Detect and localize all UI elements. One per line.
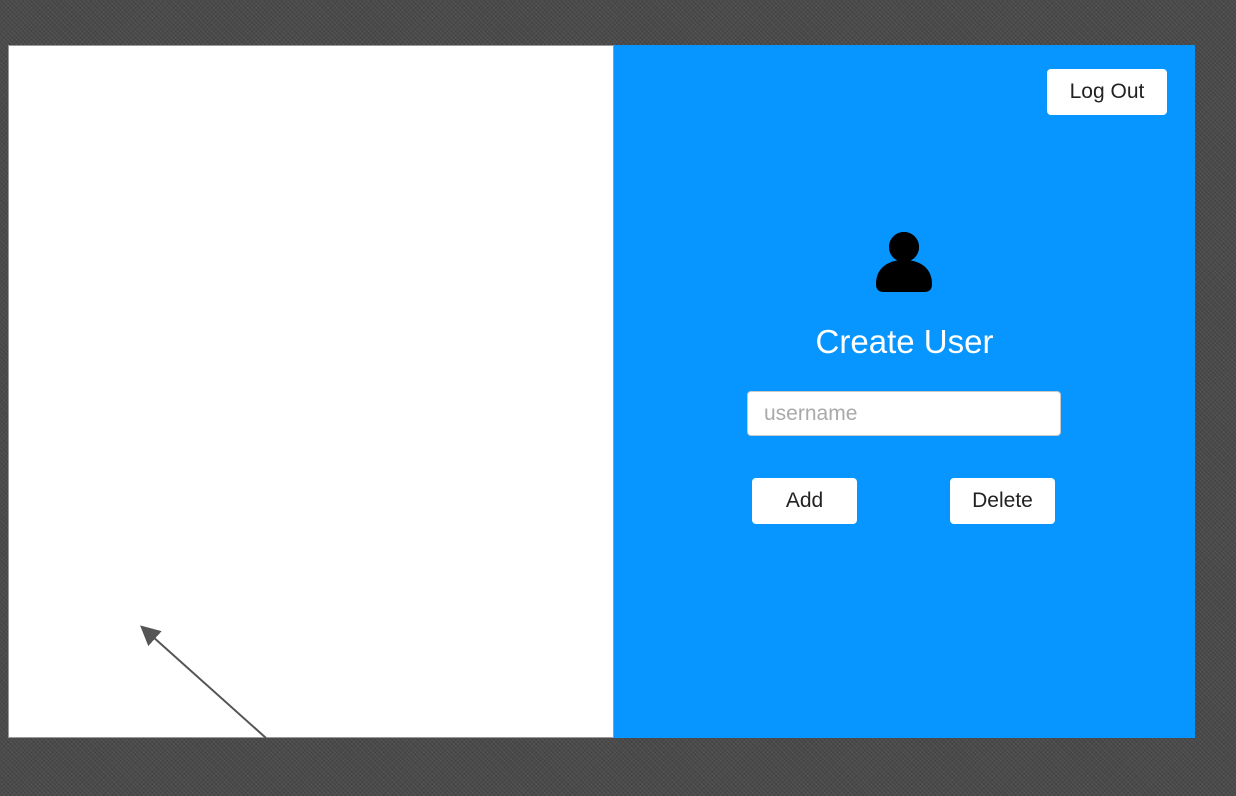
delete-button[interactable]: Delete	[950, 478, 1055, 524]
user-icon	[876, 230, 932, 292]
add-button[interactable]: Add	[752, 478, 857, 524]
app-window: Log Out Create User Add Delete	[8, 45, 1195, 738]
logout-button[interactable]: Log Out	[1047, 69, 1167, 115]
username-input[interactable]	[747, 391, 1061, 436]
user-list-panel	[8, 45, 614, 738]
create-user-panel: Log Out Create User Add Delete	[614, 45, 1195, 738]
page-title: Create User	[815, 323, 994, 360]
